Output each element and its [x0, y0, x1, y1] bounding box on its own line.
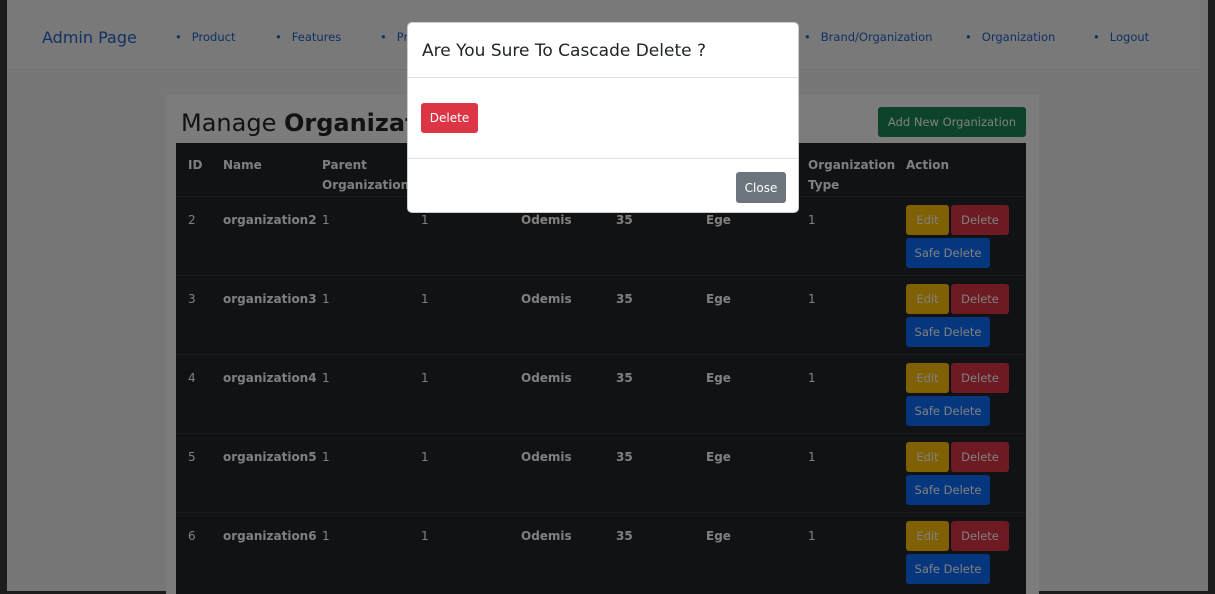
confirm-delete-button[interactable]: Delete [421, 103, 478, 133]
modal-title: Are You Sure To Cascade Delete ? [422, 41, 707, 61]
modal-header: Are You Sure To Cascade Delete ? [408, 23, 798, 78]
modal-footer: Close [408, 158, 798, 214]
close-button[interactable]: Close [736, 172, 786, 203]
modal-body: Delete [408, 78, 798, 158]
cascade-delete-modal: Are You Sure To Cascade Delete ? Delete … [407, 22, 799, 213]
